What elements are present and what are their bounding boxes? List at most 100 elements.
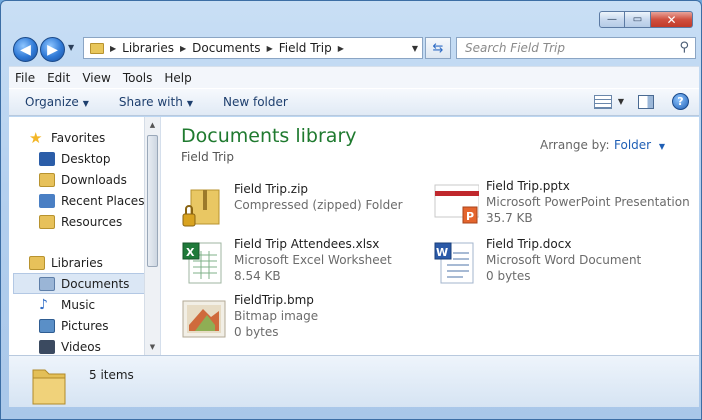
- sidebar-item-desktop[interactable]: Desktop: [39, 148, 160, 169]
- breadcrumb-libraries[interactable]: Libraries: [122, 41, 174, 55]
- menu-edit[interactable]: Edit: [41, 71, 76, 85]
- scroll-down-icon[interactable]: ▼: [145, 339, 160, 355]
- file-size: 0 bytes: [486, 269, 531, 283]
- recent-places-icon: [39, 193, 55, 208]
- back-button[interactable]: ◀: [13, 37, 38, 62]
- menu-bar: File Edit View Tools Help: [9, 66, 699, 88]
- arrange-by-label: Arrange by:: [540, 138, 610, 152]
- downloads-folder-icon: [39, 172, 55, 187]
- chevron-right-icon[interactable]: ▶: [267, 44, 273, 53]
- bitmap-icon: [182, 300, 226, 338]
- menu-file[interactable]: File: [9, 71, 41, 85]
- breadcrumb-field-trip[interactable]: Field Trip: [279, 41, 332, 55]
- page-subtitle: Field Trip: [181, 150, 234, 164]
- caption-buttons: — ▭ ✕: [599, 11, 693, 28]
- word-icon: W: [434, 242, 474, 284]
- file-item[interactable]: X Field Trip Attendees.xlsx Microsoft Ex…: [181, 235, 431, 285]
- sidebar-item-label: Videos: [61, 339, 101, 354]
- file-item[interactable]: FieldTrip.bmp Bitmap image 0 bytes: [181, 291, 431, 341]
- menu-help[interactable]: Help: [158, 71, 197, 85]
- organize-label: Organize: [25, 95, 79, 109]
- sidebar-item-videos[interactable]: Videos: [39, 336, 160, 355]
- sidebar-item-favorites[interactable]: ★ Favorites: [29, 127, 160, 148]
- videos-icon: [39, 339, 55, 354]
- close-button[interactable]: ✕: [651, 11, 693, 28]
- breadcrumb-documents[interactable]: Documents: [192, 41, 260, 55]
- chevron-down-icon: ▼: [82, 99, 89, 108]
- refresh-button[interactable]: ⇆: [425, 37, 451, 59]
- search-input[interactable]: Search Field Trip ⚲: [456, 37, 696, 59]
- search-icon[interactable]: ⚲: [679, 40, 689, 55]
- file-item[interactable]: Field Trip.zip Compressed (zipped) Folde…: [181, 180, 431, 230]
- refresh-icon: ⇆: [432, 40, 444, 56]
- chevron-down-icon[interactable]: ▼: [618, 97, 624, 106]
- arrange-by-dropdown[interactable]: Folder ▼: [614, 138, 665, 152]
- file-type: Microsoft Excel Worksheet: [234, 253, 392, 267]
- chevron-right-icon[interactable]: ▶: [180, 44, 186, 53]
- sidebar-item-label: Libraries: [51, 255, 103, 270]
- sidebar-item-label: Documents: [61, 276, 130, 291]
- recent-pages-dropdown[interactable]: ▼: [68, 43, 74, 52]
- pictures-icon: [39, 318, 55, 333]
- file-size: 0 bytes: [234, 325, 279, 339]
- file-size: 35.7 KB: [486, 211, 533, 225]
- menu-tools[interactable]: Tools: [117, 71, 159, 85]
- details-pane: 5 items: [9, 355, 699, 407]
- command-bar-right: ▼ ?: [593, 93, 689, 110]
- new-folder-button[interactable]: New folder: [219, 95, 292, 109]
- change-view-icon[interactable]: [593, 94, 612, 109]
- organize-button[interactable]: Organize ▼: [21, 95, 93, 109]
- arrange-by-value: Folder: [614, 138, 652, 152]
- scroll-up-icon[interactable]: ▲: [145, 117, 160, 133]
- sidebar-item-documents[interactable]: Documents: [13, 273, 147, 294]
- sidebar-item-libraries[interactable]: Libraries: [29, 252, 160, 273]
- maximize-button[interactable]: ▭: [625, 11, 651, 28]
- file-type: Microsoft PowerPoint Presentation: [486, 195, 690, 209]
- file-list-pane: Documents library Field Trip Arrange by:…: [161, 117, 699, 355]
- zip-folder-icon: [182, 189, 220, 227]
- file-item[interactable]: W Field Trip.docx Microsoft Word Documen…: [433, 235, 683, 285]
- file-type: Bitmap image: [234, 309, 319, 323]
- sidebar-item-pictures[interactable]: Pictures: [39, 315, 160, 336]
- file-item[interactable]: P Field Trip.pptx Microsoft PowerPoint P…: [433, 177, 690, 227]
- documents-icon: [39, 276, 55, 291]
- address-bar[interactable]: ▶ Libraries ▶ Documents ▶ Field Trip ▶ ▼: [83, 37, 423, 59]
- address-dropdown-icon[interactable]: ▼: [412, 44, 418, 53]
- sidebar-item-music[interactable]: ♪ Music: [39, 294, 160, 315]
- chevron-right-icon[interactable]: ▶: [110, 44, 116, 53]
- file-type: Compressed (zipped) Folder: [234, 198, 403, 212]
- desktop-icon: [39, 151, 55, 166]
- file-name: Field Trip.pptx: [486, 179, 570, 193]
- chevron-right-icon[interactable]: ▶: [338, 44, 344, 53]
- file-name: FieldTrip.bmp: [234, 293, 314, 307]
- help-icon[interactable]: ?: [672, 93, 689, 110]
- chevron-down-icon: ▼: [658, 142, 666, 151]
- sidebar-item-label: Recent Places: [61, 193, 145, 208]
- file-size: 8.54 KB: [234, 269, 281, 283]
- sidebar-item-downloads[interactable]: Downloads: [39, 169, 160, 190]
- command-bar: Organize ▼ Share with ▼ New folder ▼ ?: [9, 88, 699, 116]
- scrollbar-thumb[interactable]: [147, 135, 158, 267]
- sidebar-item-label: Favorites: [51, 130, 106, 145]
- search-placeholder: Search Field Trip: [465, 41, 565, 55]
- file-name: Field Trip Attendees.xlsx: [234, 237, 380, 251]
- powerpoint-icon: P: [434, 184, 479, 224]
- navigation-pane: ★ Favorites Desktop Downloads Recent Pla…: [9, 117, 161, 355]
- forward-button[interactable]: ▶: [40, 37, 65, 62]
- menu-view[interactable]: View: [76, 71, 116, 85]
- navpane-scrollbar[interactable]: ▲ ▼: [144, 117, 160, 355]
- star-icon: ★: [29, 128, 43, 147]
- library-folder-icon: [32, 369, 66, 405]
- share-with-label: Share with: [118, 95, 183, 109]
- share-with-button[interactable]: Share with ▼: [115, 95, 197, 109]
- sidebar-item-label: Music: [61, 297, 96, 312]
- sidebar-item-recent-places[interactable]: Recent Places: [39, 190, 160, 211]
- preview-pane-icon[interactable]: [638, 94, 654, 109]
- address-row: ◀ ▶ ▼ ▶ Libraries ▶ Documents ▶ Field Tr…: [9, 35, 699, 63]
- svg-text:W: W: [436, 246, 448, 259]
- sidebar-item-resources[interactable]: Resources: [39, 211, 160, 232]
- explorer-window: — ▭ ✕ ◀ ▶ ▼ ▶ Libraries ▶ Documents ▶ Fi…: [0, 0, 702, 420]
- svg-text:P: P: [466, 210, 474, 223]
- minimize-button[interactable]: —: [599, 11, 625, 28]
- folder-icon: [90, 42, 104, 54]
